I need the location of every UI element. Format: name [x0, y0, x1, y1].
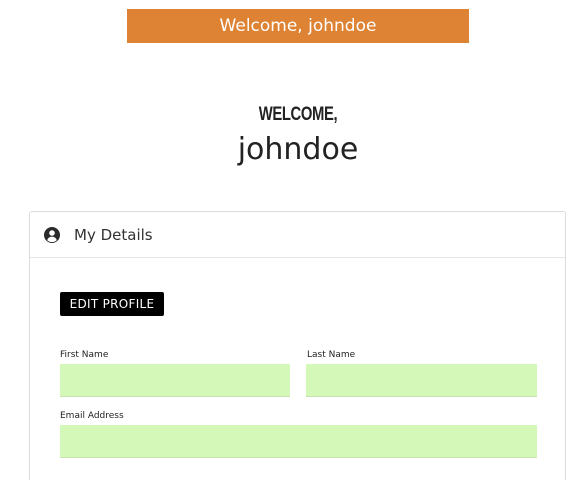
first-name-label: First Name: [60, 350, 109, 360]
last-name-label: Last Name: [307, 350, 356, 360]
last-name-field[interactable]: [306, 364, 537, 397]
card-title: My Details: [74, 225, 153, 244]
page: Welcome, johndoe WELCOME, johndoe My Det…: [0, 0, 581, 480]
welcome-heading: WELCOME,: [258, 104, 338, 125]
edit-profile-button[interactable]: EDIT PROFILE: [60, 292, 164, 316]
first-name-field[interactable]: [60, 364, 290, 397]
email-label: Email Address: [60, 411, 124, 421]
user-circle-icon: [44, 226, 60, 243]
welcome-banner: Welcome, johndoe: [127, 9, 469, 43]
username-heading: johndoe: [237, 132, 359, 167]
card-header: My Details: [30, 212, 565, 258]
my-details-card: My Details EDIT PROFILE First Name Last …: [29, 211, 566, 480]
email-field[interactable]: [60, 425, 537, 458]
welcome-banner-text: Welcome, johndoe: [219, 16, 377, 36]
